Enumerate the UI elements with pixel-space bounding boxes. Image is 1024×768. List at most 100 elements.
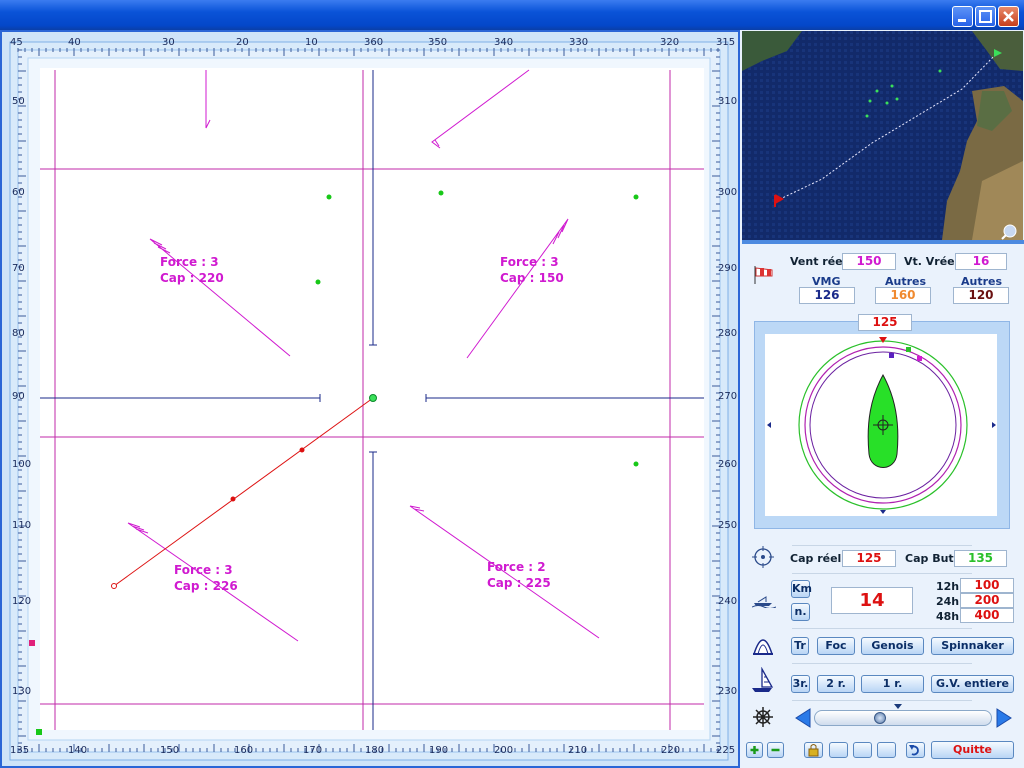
- wind-cap-text: Cap : 225: [487, 576, 551, 590]
- h12-label: 12h: [936, 580, 960, 593]
- wind-cap-text: Cap : 226: [174, 579, 238, 593]
- left-scale-label: 80: [12, 328, 25, 339]
- unit-nautical-button[interactable]: n.: [791, 603, 810, 621]
- top-scale-label: 360: [364, 37, 384, 48]
- top-scale-label: 30: [162, 37, 175, 48]
- cap-but-field[interactable]: 135: [954, 550, 1007, 567]
- bottom-scale-label: 200: [494, 745, 514, 756]
- top-scale-label: 40: [68, 37, 81, 48]
- h48-label: 48h: [936, 610, 960, 623]
- right-scale-label: 260: [718, 459, 738, 470]
- autres-field-1[interactable]: 160: [875, 287, 931, 304]
- reef-2r-button[interactable]: 2 r.: [817, 675, 855, 693]
- left-scale-label: 60: [12, 187, 25, 198]
- right-scale-label: 230: [718, 686, 738, 697]
- reef-gv-entiere-button[interactable]: G.V. entiere: [931, 675, 1014, 693]
- vent-reel-field[interactable]: 150: [842, 253, 896, 270]
- lock-button[interactable]: [804, 742, 823, 758]
- sail-foc-button[interactable]: Foc: [817, 637, 855, 655]
- bottom-scale-label: 225: [716, 745, 736, 756]
- helm-wheel-icon: [753, 707, 773, 727]
- sail-genois-button[interactable]: Genois: [861, 637, 924, 655]
- slider-thumb[interactable]: [874, 712, 886, 724]
- left-scale-label: 110: [12, 520, 32, 531]
- left-scale-label: 130: [12, 686, 32, 697]
- bottom-scale-label: 180: [365, 745, 385, 756]
- left-scale-label: 70: [12, 263, 25, 274]
- right-scale-label: 270: [718, 391, 738, 402]
- top-scale-label: 45: [10, 37, 23, 48]
- wind-label-2: Force : 3 Cap : 150: [500, 254, 564, 286]
- wind-label-3: Force : 3 Cap : 226: [174, 562, 238, 594]
- maximize-button[interactable]: [975, 6, 996, 27]
- wind-force-text: Force : 2: [487, 560, 546, 574]
- slider-right-arrow-icon[interactable]: [994, 707, 1014, 729]
- bottom-scale-label: 150: [160, 745, 180, 756]
- top-scale-label: 330: [569, 37, 589, 48]
- autres-field-2[interactable]: 120: [953, 287, 1009, 304]
- left-scale-label: 100: [12, 459, 32, 470]
- wind-label-4: Force : 2 Cap : 225: [487, 559, 551, 591]
- h12-field[interactable]: 100: [960, 578, 1014, 593]
- zoom-out-button[interactable]: [767, 742, 784, 758]
- vt-vreel-label: Vt. Vréel: [904, 255, 959, 268]
- overview-map[interactable]: [742, 31, 1023, 240]
- plus-icon: [750, 746, 759, 754]
- cap-reel-label: Cap réel: [790, 552, 842, 565]
- reef-1r-button[interactable]: 1 r.: [861, 675, 924, 693]
- quit-button[interactable]: Quitte: [931, 741, 1014, 759]
- top-scale-label: 320: [660, 37, 680, 48]
- cap-but-label: Cap But: [905, 552, 954, 565]
- compass-rose[interactable]: [755, 322, 1011, 530]
- bottom-scale-label: 210: [568, 745, 588, 756]
- chart-frame: Force : 3 Cap : 220 Force : 3 Cap : 150 …: [0, 30, 740, 768]
- top-scale-label: 20: [236, 37, 249, 48]
- compass-panel: [754, 321, 1010, 529]
- h24-field[interactable]: 200: [960, 593, 1014, 608]
- minimize-button[interactable]: [952, 6, 973, 27]
- compass-heading-field[interactable]: 125: [858, 314, 912, 331]
- vt-vreel-field[interactable]: 16: [955, 253, 1007, 270]
- wind-force-text: Force : 3: [160, 255, 219, 269]
- top-scale-label: 10: [305, 37, 318, 48]
- undo-button[interactable]: [906, 742, 925, 758]
- bottom-scale-label: 170: [303, 745, 323, 756]
- slider-left-arrow-icon[interactable]: [793, 707, 813, 729]
- mainsail-icon: [752, 667, 774, 692]
- h24-label: 24h: [936, 595, 960, 608]
- sail-spinnaker-button[interactable]: Spinnaker: [931, 637, 1014, 655]
- speed-display: 14: [831, 587, 913, 614]
- bottom-scale-label: 160: [234, 745, 254, 756]
- bottom-scale-label: 220: [661, 745, 681, 756]
- lock-icon: [808, 744, 819, 757]
- left-scale-label: 120: [12, 596, 32, 607]
- windsock-icon: [754, 266, 773, 284]
- close-button[interactable]: [998, 6, 1019, 27]
- bottom-scale-label: 135: [10, 745, 30, 756]
- wind-cap-text: Cap : 220: [160, 271, 224, 285]
- bottom-scale-label: 190: [429, 745, 449, 756]
- right-scale-label: 290: [718, 263, 738, 274]
- undo-icon: [909, 745, 919, 756]
- tool-button-1[interactable]: [829, 742, 848, 758]
- h48-field[interactable]: 400: [960, 608, 1014, 623]
- vent-reel-label: Vent réel: [790, 255, 847, 268]
- tool-button-3[interactable]: [877, 742, 896, 758]
- sail-tr-button[interactable]: Tr: [791, 637, 809, 655]
- right-scale-label: 250: [718, 520, 738, 531]
- map-image: [742, 31, 1023, 240]
- wind-chart[interactable]: [2, 32, 738, 766]
- unit-km-button[interactable]: Km: [791, 580, 812, 598]
- wind-label-1: Force : 3 Cap : 220: [160, 254, 224, 286]
- spinnaker-sail-icon: [752, 639, 774, 655]
- zoom-in-button[interactable]: [746, 742, 763, 758]
- heading-slider[interactable]: [814, 710, 992, 726]
- cap-reel-field[interactable]: 125: [842, 550, 896, 567]
- reef-3r-button[interactable]: 3r.: [791, 675, 810, 693]
- speed-boat-icon: [752, 596, 776, 608]
- title-bar: [0, 0, 1024, 30]
- slider-marker-icon: [894, 704, 902, 709]
- vmg-field[interactable]: 126: [799, 287, 855, 304]
- tool-button-2[interactable]: [853, 742, 872, 758]
- wind-force-text: Force : 3: [174, 563, 233, 577]
